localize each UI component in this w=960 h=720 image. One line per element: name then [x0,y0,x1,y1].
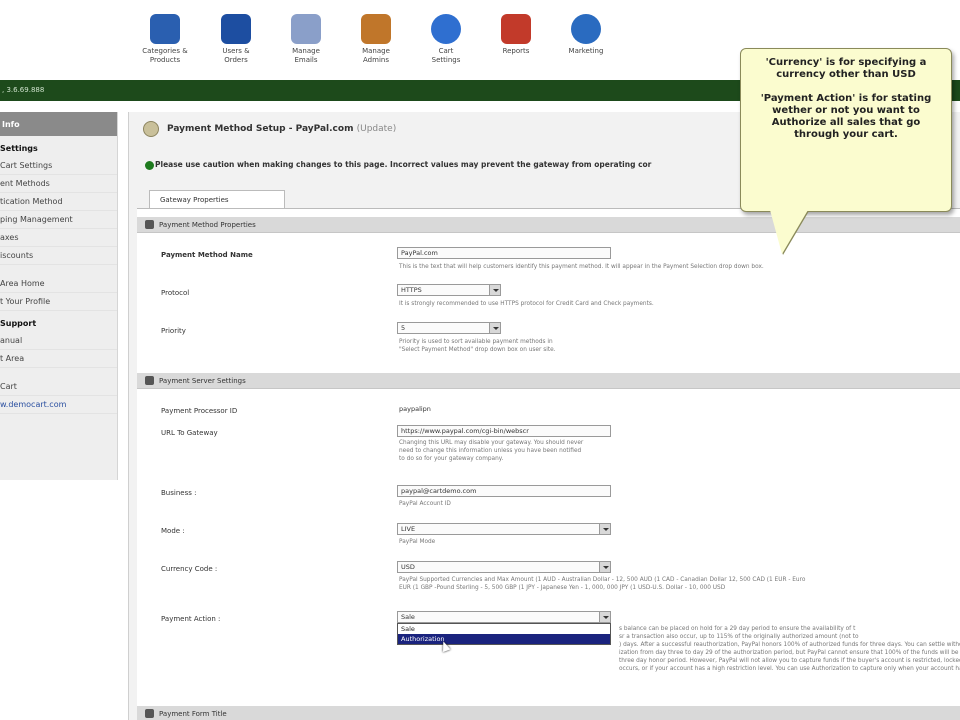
processor-id-value: paypalipn [399,405,431,413]
chevron-down-icon [489,285,500,295]
sidebar-heading-settings: Settings [0,144,38,153]
callout-currency-text: 'Currency' is for specifying a currency … [765,57,927,80]
label-priority: Priority [161,327,186,335]
label-mode: Mode : [161,527,185,535]
tab-gateway-properties[interactable]: Gateway Properties [149,190,285,209]
option-sale[interactable]: Sale [398,624,610,634]
nav-label: Reports [502,47,530,55]
sidebar-item-discounts[interactable]: iscounts [0,247,117,265]
nav-manage-admins[interactable]: Manage Admins [345,14,407,65]
sidebar-item-payment-methods[interactable]: ent Methods [0,175,117,193]
section-header-form-title: Payment Form Title [137,706,960,720]
nav-manage-emails[interactable]: Manage Emails [275,14,337,65]
nav-label: Manage Emails [292,47,320,64]
categories-icon [150,14,180,44]
business-input[interactable]: paypal@cartdemo.com [397,485,611,497]
sidebar-item-authentication[interactable]: tication Method [0,193,117,211]
sidebar-item-taxes[interactable]: axes [0,229,117,247]
nav-label: Manage Admins [362,47,390,64]
sidebar-item-support-area[interactable]: t Area [0,350,117,368]
nav-cart-settings[interactable]: Cart Settings [415,14,477,65]
nav-label: Marketing [568,47,604,55]
chevron-down-icon [599,562,610,572]
option-authorization[interactable]: Authorization [398,634,610,644]
sidebar-item-cart-settings[interactable]: Cart Settings [0,157,117,175]
sidebar-item-profile[interactable]: t Your Profile [0,293,117,311]
chevron-down-icon [489,323,500,333]
page-title: Payment Method Setup - PayPal.com (Updat… [167,124,397,134]
mode-select[interactable]: LIVE [397,523,611,535]
help-payment-action: s balance can be placed on hold for a 29… [619,626,960,672]
help-protocol: It is strongly recommended to use HTTPS … [399,301,654,307]
nav-reports[interactable]: Reports [485,14,547,56]
sidebar-item-area-home[interactable]: Area Home [0,275,117,293]
label-processor-id: Payment Processor ID [161,407,238,415]
emails-icon [291,14,321,44]
edit-icon [145,220,154,229]
users-icon [221,14,251,44]
sidebar-link-website[interactable]: w.democart.com [0,396,117,414]
label-method-name: Payment Method Name [161,251,253,259]
nav-categories-products[interactable]: Categories & Products [134,14,196,65]
label-business: Business : [161,489,197,497]
method-name-input[interactable]: PayPal.com [397,247,611,259]
help-method-name: This is the text that will help customer… [399,264,764,270]
callout-tail [770,210,808,254]
label-url-gateway: URL To Gateway [161,429,218,437]
help-currency: PayPal Supported Currencies and Max Amou… [399,577,806,591]
section-header-server: Payment Server Settings [137,373,960,389]
priority-select[interactable]: 5 [397,322,501,334]
nav-label: Users & Orders [222,47,250,64]
section-header-properties: Payment Method Properties [137,217,960,233]
payment-action-dropdown: Sale Authorization [397,623,611,645]
globe-icon [571,14,601,44]
callout-action-text: 'Payment Action' is for stating wether o… [760,93,932,140]
nav-marketing[interactable]: Marketing [555,14,617,56]
nav-label: Categories & Products [142,47,188,64]
reports-icon [501,14,531,44]
nav-label: Cart Settings [431,47,461,64]
protocol-select[interactable]: HTTPS [397,284,501,296]
currency-select[interactable]: USD [397,561,611,573]
label-payment-action: Payment Action : [161,615,221,623]
label-currency: Currency Code : [161,565,218,573]
help-priority: Priority is used to sort available payme… [399,339,556,353]
tutorial-callout: 'Currency' is for specifying a currency … [740,48,952,212]
nav-users-orders[interactable]: Users & Orders [205,14,267,65]
sidebar-item-manual[interactable]: anual [0,332,117,350]
help-mode: PayPal Mode [399,539,436,545]
chevron-down-icon [599,524,610,534]
payment-action-select[interactable]: Sale [397,611,611,623]
sidebar-heading-support: Support [0,319,37,328]
sidebar-item-cart: Cart [0,378,117,396]
form-icon [145,709,154,718]
url-gateway-input[interactable]: https://www.paypal.com/cgi-bin/webscr [397,425,611,437]
page-title-suffix: (Update) [356,124,397,134]
label-protocol: Protocol [161,289,190,297]
caution-icon [145,161,154,170]
version-text: , 3.6.69.888 [2,86,45,94]
sidebar-item-shipping[interactable]: ping Management [0,211,117,229]
caution-message: Please use caution when making changes t… [155,160,652,169]
server-icon [145,376,154,385]
admins-icon [361,14,391,44]
help-business: PayPal Account ID [399,501,451,507]
chevron-down-icon [599,612,610,622]
help-url-gateway: Changing this URL may disable your gatew… [399,440,584,462]
sidebar-header: Info [0,112,117,136]
form-content: Payment Method Properties Payment Method… [137,208,960,720]
sidebar: Info Settings Cart Settings ent Methods … [0,112,118,480]
page-icon [143,121,159,137]
settings-icon [431,14,461,44]
